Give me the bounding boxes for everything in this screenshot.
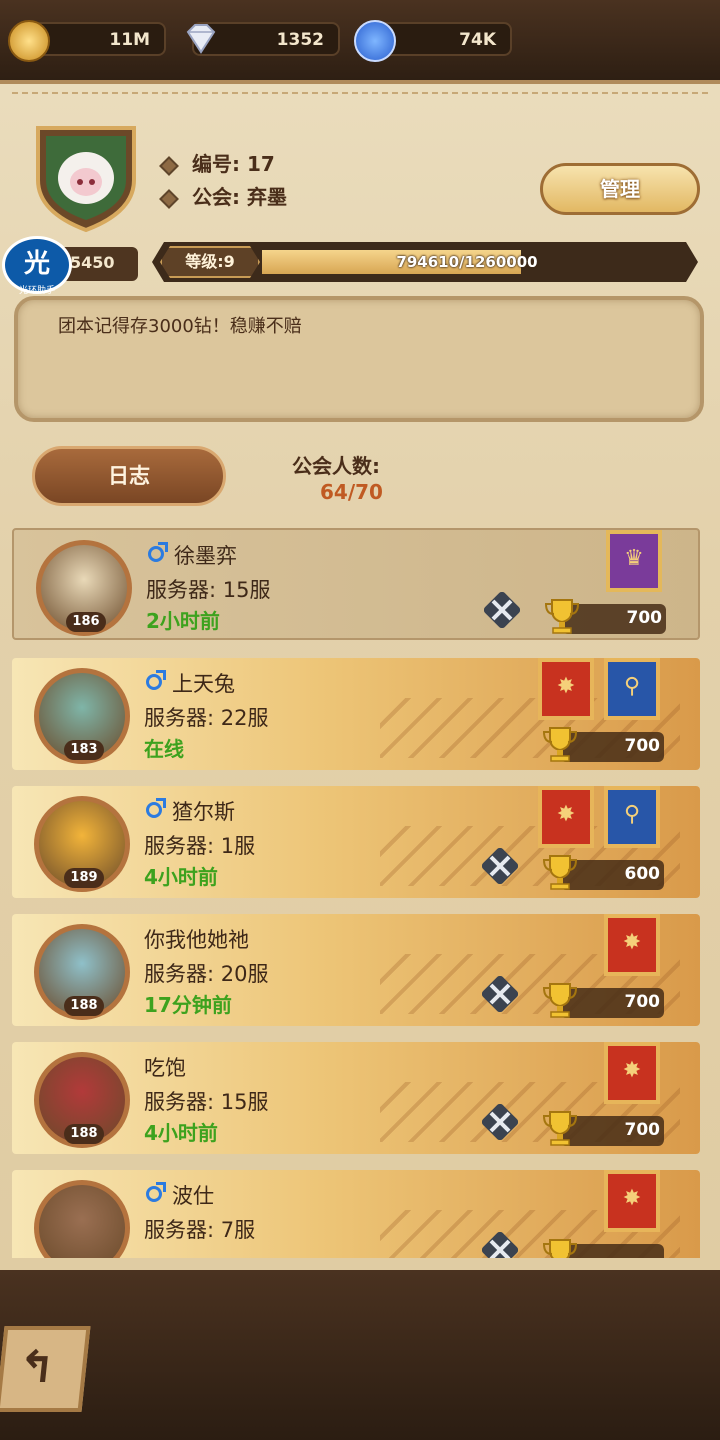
red-banner-icon: ✸ [538, 786, 594, 848]
member-level-badge: 186 [66, 612, 106, 632]
member-status: 在线 [144, 737, 184, 761]
diamond-bullet-icon [159, 155, 179, 176]
member-status: 2小时前 [146, 609, 220, 633]
helper-app-logo[interactable]: 光 光环助手 [2, 236, 72, 296]
panel-divider [12, 92, 708, 100]
trophy-value: 700 [624, 736, 661, 756]
male-gender-icon [146, 798, 166, 818]
red-banner-icon: ✸ [604, 914, 660, 976]
member-name: 上天兔 [172, 672, 235, 696]
member-row[interactable]: 189 猹尔斯服务器: 1服 4小时前 600 ✸ ⚲ [12, 786, 700, 898]
guild-exp-text: 794610/1260000 [396, 253, 538, 271]
trophy-value: 700 [624, 1120, 661, 1140]
member-server: 服务器: 20服 [144, 962, 269, 986]
member-level-badge: 189 [64, 868, 104, 888]
diamond-value: 1352 [276, 30, 324, 50]
member-server: 服务器: 22服 [144, 706, 269, 730]
guild-notice-text: 团本记得存3000钻！稳赚不赔 [58, 316, 302, 337]
red-banner-icon: ✸ [604, 1042, 660, 1104]
member-status: 4小时前 [144, 1121, 218, 1145]
member-level-badge: 188 [64, 996, 104, 1016]
member-row[interactable]: 186 徐墨弈服务器: 15服 2小时前 700 ♛ [12, 528, 700, 640]
guild-power-value: 5450 [70, 253, 115, 272]
member-count-label: 公会人数: [292, 454, 380, 478]
banner-emblem-icon: ✸ [622, 930, 642, 955]
member-avatar[interactable] [34, 1180, 130, 1258]
bottom-bar [0, 1270, 720, 1440]
guild-level-label: 等级:9 [160, 246, 260, 278]
member-list[interactable]: 186 徐墨弈服务器: 15服 2小时前 700 ♛ 183 上天兔服务器: 22服 在线 70… [12, 528, 702, 1258]
trophy-value: 700 [626, 608, 663, 628]
crystal-icon [354, 20, 396, 62]
trophy-value: 600 [624, 864, 661, 884]
member-name: 波仕 [172, 1184, 214, 1208]
member-status: 4小时前 [144, 865, 218, 889]
member-server: 服务器: 1服 [144, 834, 256, 858]
member-name: 你我他她祂 [144, 928, 249, 952]
member-row[interactable]: 183 上天兔服务器: 22服 在线 700 ✸ ⚲ [12, 658, 700, 770]
trophy-icon [542, 1236, 578, 1258]
blue-banner-icon: ⚲ [604, 658, 660, 720]
crossed-swords-icon [481, 1231, 519, 1258]
guild-name-text: 公会: 弃墨 [192, 185, 287, 209]
member-level-badge: 183 [64, 740, 104, 760]
guild-id: 编号: 17 [159, 148, 275, 177]
banner-emblem-icon: ⚲ [623, 674, 641, 699]
crossed-swords-icon [481, 975, 519, 1013]
member-name: 猹尔斯 [172, 800, 235, 824]
male-gender-icon [146, 670, 166, 690]
banner-emblem-icon: ✸ [622, 1186, 642, 1211]
crystal-counter[interactable]: 74K [354, 20, 512, 62]
diamond-bullet-icon [159, 188, 179, 209]
red-banner-icon: ✸ [604, 1170, 660, 1232]
member-row[interactable]: 188 你我他她祂服务器: 20服 17分钟前 700 ✸ [12, 914, 700, 1026]
member-name: 徐墨弈 [174, 544, 237, 568]
member-level-badge: 188 [64, 1124, 104, 1144]
banner-emblem-icon: ✸ [622, 1058, 642, 1083]
trophy-value: 700 [624, 992, 661, 1012]
guild-id-text: 编号: 17 [192, 152, 275, 176]
gold-coin-icon [8, 20, 50, 62]
helper-logo-sub: 光环助手 [18, 286, 55, 296]
banner-emblem-icon: ⚲ [623, 802, 641, 827]
diamond-icon [182, 20, 220, 58]
member-count-value: 64/70 [320, 480, 383, 504]
guild-name: 公会: 弃墨 [159, 181, 287, 210]
crossed-swords-icon [481, 1103, 519, 1141]
member-server: 服务器: 15服 [144, 1090, 269, 1114]
diamond-counter[interactable]: 1352 [186, 22, 340, 56]
log-button[interactable]: 日志 [32, 446, 226, 506]
member-server: 服务器: 15服 [146, 578, 271, 602]
blue-banner-icon: ⚲ [604, 786, 660, 848]
back-arrow-icon: ↰ [15, 1342, 58, 1393]
gold-counter[interactable]: 11M [8, 20, 166, 62]
banner-emblem-icon: ♛ [624, 546, 644, 571]
member-status: 17分钟前 [144, 993, 232, 1017]
member-row[interactable]: 波仕服务器: 7服 ✸ [12, 1170, 700, 1258]
currency-bar: 11M 1352 74K [0, 0, 720, 80]
gold-value: 11M [109, 30, 150, 50]
member-name: 吃饱 [144, 1056, 186, 1080]
crystal-value: 74K [459, 30, 496, 50]
crossed-swords-icon [481, 847, 519, 885]
banner-emblem-icon: ✸ [556, 674, 576, 699]
back-button[interactable]: ↰ [0, 1326, 91, 1412]
crossed-swords-icon [483, 591, 521, 629]
male-gender-icon [148, 542, 168, 562]
member-row[interactable]: 188 吃饱服务器: 15服 4小时前 700 ✸ [12, 1042, 700, 1154]
manage-button[interactable]: 管理 [540, 163, 700, 215]
purple-banner-icon: ♛ [606, 530, 662, 592]
helper-logo-glyph: 光 [23, 249, 50, 279]
male-gender-icon [146, 1182, 166, 1202]
guild-notice-box[interactable]: 团本记得存3000钻！稳赚不赔 [14, 296, 704, 422]
banner-emblem-icon: ✸ [556, 802, 576, 827]
member-server: 服务器: 7服 [144, 1218, 256, 1242]
guild-emblem[interactable] [34, 120, 138, 233]
red-banner-icon: ✸ [538, 658, 594, 720]
